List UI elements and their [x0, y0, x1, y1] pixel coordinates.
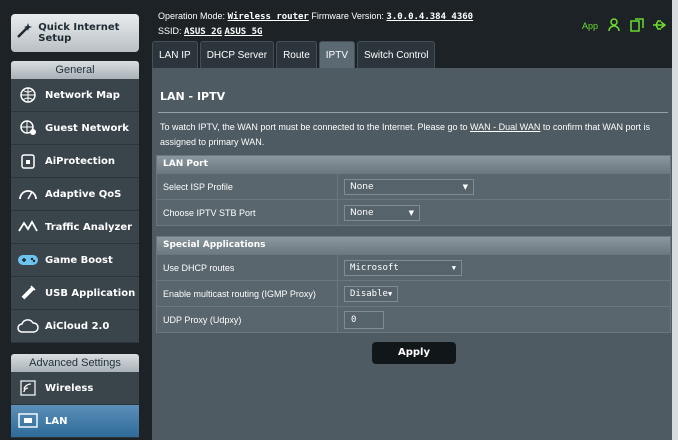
traffic-icon — [15, 217, 41, 237]
table-row: Use DHCP routes Microsoft ▼ — [157, 254, 670, 280]
tab-route[interactable]: Route — [276, 41, 317, 68]
lan-port-table: LAN Port Select ISP Profile None ▼ Choose… — [156, 155, 671, 226]
chevron-down-icon: ▼ — [451, 263, 456, 272]
ssid-2g-link[interactable]: ASUS_2G — [184, 27, 222, 37]
sidebar-item-label: Adaptive QoS — [45, 188, 122, 200]
udpxy-label: UDP Proxy (Udpxy) — [157, 307, 338, 332]
sidebar-item-label: LAN — [45, 415, 68, 427]
lock-icon — [15, 151, 41, 171]
multicast-value: Disable — [350, 288, 388, 299]
multicast-label: Enable multicast routing (IGMP Proxy) — [157, 281, 338, 306]
stb-port-value: None — [350, 207, 374, 218]
lan-icon — [15, 411, 41, 431]
main-panel: LAN - IPTV To watch IPTV, the WAN port m… — [152, 68, 674, 440]
ssid-label: SSID: — [158, 26, 182, 36]
sidebar-item-game-boost[interactable]: Game Boost — [11, 244, 139, 277]
operation-mode-link[interactable]: Wireless router — [228, 12, 309, 22]
wand-icon — [14, 21, 36, 46]
sidebar: Quick Internet Setup General Network Map… — [0, 0, 146, 440]
sidebar-item-aiprotection[interactable]: AiProtection — [11, 145, 139, 178]
dhcp-routes-select[interactable]: Microsoft ▼ — [344, 259, 462, 276]
copy-icon[interactable] — [630, 18, 644, 32]
sidebar-item-label: Wireless — [45, 382, 94, 394]
udpxy-input[interactable]: 0 — [344, 310, 384, 329]
gamepad-icon — [15, 250, 41, 270]
dhcp-routes-value: Microsoft — [350, 262, 399, 273]
sidebar-item-traffic-analyzer[interactable]: Traffic Analyzer — [11, 211, 139, 244]
wireless-icon — [15, 378, 41, 398]
table-row: UDP Proxy (Udpxy) 0 — [157, 306, 670, 332]
sidebar-item-label: Game Boost — [45, 254, 113, 266]
isp-profile-label: Select ISP Profile — [157, 174, 338, 199]
tab-bar: LAN IP DHCP Server Route IPTV Switch Con… — [152, 41, 437, 68]
sidebar-item-adaptive-qos[interactable]: Adaptive QoS — [11, 178, 139, 211]
advanced-menu: Wireless LAN — [11, 372, 139, 438]
table-row: Enable multicast routing (IGMP Proxy) Di… — [157, 280, 670, 306]
firmware-link[interactable]: 3.0.0.4.384_4360 — [386, 12, 473, 22]
dhcp-routes-label: Use DHCP routes — [157, 255, 338, 280]
isp-profile-value: None — [350, 181, 374, 192]
sidebar-item-label: Network Map — [45, 89, 120, 101]
scrollbar[interactable] — [672, 0, 678, 440]
description-text: To watch IPTV, the WAN port must be conn… — [160, 122, 471, 132]
sidebar-item-wireless[interactable]: Wireless — [11, 372, 139, 405]
chevron-down-icon: ▼ — [462, 182, 468, 191]
firmware-label: Firmware Version: — [311, 11, 384, 21]
wan-dual-wan-link[interactable]: WAN - Dual WAN — [470, 122, 540, 132]
gauge-icon — [15, 184, 41, 204]
apply-button[interactable]: Apply — [372, 342, 456, 364]
usb-status-icon[interactable] — [652, 18, 667, 32]
sidebar-item-guest-network[interactable]: Guest Network — [11, 112, 139, 145]
chevron-down-icon: ▼ — [387, 289, 393, 298]
multicast-select[interactable]: Disable ▼ — [344, 285, 398, 302]
sidebar-item-label: USB Application — [45, 287, 136, 299]
stb-port-label: Choose IPTV STB Port — [157, 200, 338, 225]
tab-iptv[interactable]: IPTV — [318, 41, 355, 68]
tab-switch-control[interactable]: Switch Control — [357, 41, 436, 68]
sidebar-item-usb-application[interactable]: USB Application — [11, 277, 139, 310]
table-row: Choose IPTV STB Port None ▼ — [157, 199, 670, 225]
quick-internet-setup-button[interactable]: Quick Internet Setup — [11, 14, 139, 52]
ssid-5g-link[interactable]: ASUS_5G — [224, 27, 262, 37]
status-bar: Operation Mode: Wireless router Firmware… — [152, 9, 674, 39]
isp-profile-select[interactable]: None ▼ — [344, 178, 474, 195]
usb-icon — [15, 283, 41, 303]
sidebar-item-label: AiCloud 2.0 — [45, 320, 110, 332]
operation-mode-line: Operation Mode: Wireless router Firmware… — [158, 11, 473, 22]
sidebar-item-network-map[interactable]: Network Map — [11, 79, 139, 112]
quick-internet-setup-label: Quick Internet Setup — [38, 22, 120, 44]
guest-network-icon — [15, 118, 41, 138]
app-link[interactable]: App — [582, 21, 598, 31]
sidebar-item-label: Traffic Analyzer — [45, 221, 133, 233]
stb-port-select[interactable]: None ▼ — [344, 204, 420, 221]
tab-lan-ip[interactable]: LAN IP — [152, 41, 198, 68]
title-divider — [158, 112, 668, 113]
cloud-icon — [15, 316, 41, 336]
page-title: LAN - IPTV — [160, 90, 226, 103]
special-apps-header: Special Applications — [157, 237, 670, 254]
advanced-section-header: Advanced Settings — [11, 354, 139, 372]
table-row: Select ISP Profile None ▼ — [157, 173, 670, 199]
sidebar-item-label: Guest Network — [45, 122, 129, 134]
lan-port-header: LAN Port — [157, 156, 670, 173]
general-menu: Network Map Guest Network AiProtection A… — [11, 79, 139, 343]
special-apps-table: Special Applications Use DHCP routes Mic… — [156, 236, 671, 333]
ssid-line: SSID: ASUS_2G ASUS_5G — [158, 26, 262, 37]
sidebar-item-lan[interactable]: LAN — [11, 405, 139, 438]
chevron-down-icon: ▼ — [408, 208, 414, 217]
page-description: To watch IPTV, the WAN port must be conn… — [160, 120, 665, 150]
operation-mode-label: Operation Mode: — [158, 11, 226, 21]
sidebar-item-label: AiProtection — [45, 155, 115, 167]
tab-dhcp-server[interactable]: DHCP Server — [199, 41, 275, 68]
network-map-icon — [15, 85, 41, 105]
general-section-header: General — [11, 61, 139, 79]
user-icon[interactable] — [608, 18, 622, 32]
sidebar-item-aicloud[interactable]: AiCloud 2.0 — [11, 310, 139, 343]
